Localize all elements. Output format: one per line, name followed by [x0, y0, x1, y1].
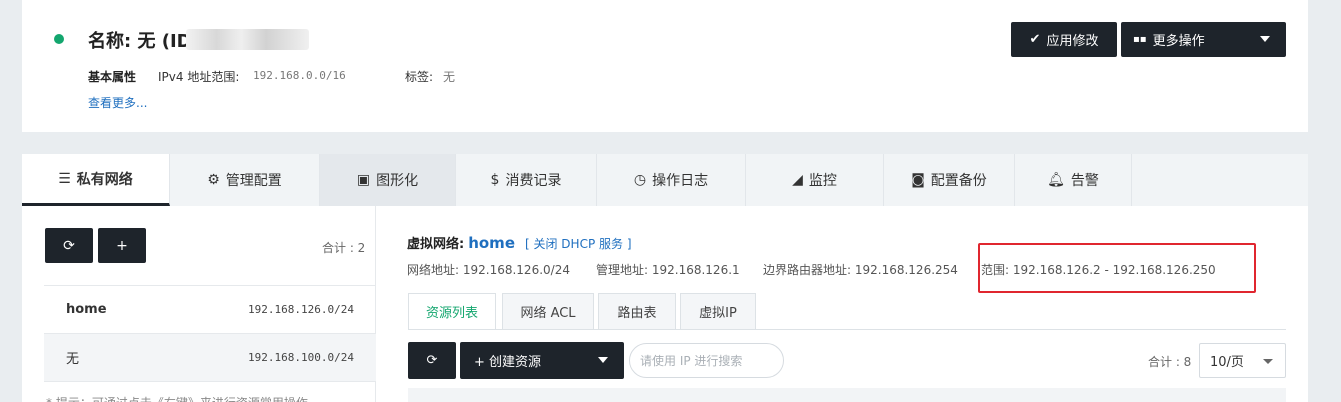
management-address: 管理地址: 192.168.126.1: [596, 263, 740, 277]
vnet-heading-name: home: [468, 234, 515, 252]
more-actions-label: 更多操作: [1152, 34, 1205, 49]
masked-id: [186, 29, 309, 50]
vnet-list-item[interactable]: 无 192.168.100.0/24: [44, 334, 376, 381]
vnet-total: 合计 : 2: [322, 241, 366, 255]
network-address: 网络地址: 192.168.126.0/24: [407, 263, 570, 277]
ipv4-range-label: IPv4 地址范围:: [158, 70, 240, 84]
subtab-network-acl[interactable]: 网络 ACL: [502, 293, 594, 330]
vnet-cidr: 192.168.100.0/24: [248, 351, 354, 364]
clock-icon: ◷: [633, 172, 647, 188]
refresh-resources-button[interactable]: ⟳: [408, 342, 456, 379]
status-indicator: [54, 34, 64, 44]
tab-alerts[interactable]: 🔔︎ 告警: [1015, 154, 1132, 206]
range-highlight-box: [978, 243, 1256, 293]
apply-changes-label: 应用修改: [1046, 34, 1099, 49]
border-router-address: 边界路由器地址: 192.168.126.254: [763, 263, 958, 277]
tab-private-network[interactable]: ☰ 私有网络: [22, 154, 170, 206]
tab-config-backup[interactable]: ◙ 配置备份: [884, 154, 1015, 206]
vnet-cidr: 192.168.126.0/24: [248, 303, 354, 316]
bell-icon: 🔔︎: [1047, 172, 1065, 188]
tab-billing-records[interactable]: $ 消费记录: [456, 154, 597, 206]
check-icon: ✔: [1029, 32, 1041, 47]
see-more-link[interactable]: 查看更多...: [88, 94, 147, 111]
tab-management-config[interactable]: ⚙ 管理配置: [170, 154, 320, 206]
list-icon: ☰: [58, 170, 71, 187]
vnet-name: home: [66, 302, 107, 317]
right-click-hint: * 提示：可通过点击《右键》来进行资源常用操作: [46, 394, 308, 402]
tab-monitoring[interactable]: ◢ 监控: [746, 154, 884, 206]
dollar-icon: $: [490, 172, 500, 188]
caret-down-icon: [1260, 36, 1270, 42]
resource-title: 名称: 无 (ID: [88, 31, 192, 52]
subtab-route-table[interactable]: 路由表: [598, 293, 676, 330]
subtab-virtual-ip[interactable]: 虚拟IP: [680, 293, 756, 330]
vnet-list-item[interactable]: home 192.168.126.0/24: [44, 286, 376, 333]
image-icon: ▣: [356, 172, 371, 188]
page-size-select[interactable]: 10/页: [1199, 343, 1286, 378]
caret-down-icon: [1263, 359, 1273, 364]
refresh-button[interactable]: ⟳: [45, 228, 93, 263]
tags-label: 标签:: [405, 70, 434, 84]
more-actions-dropdown[interactable]: ▪▪ 更多操作: [1121, 22, 1286, 57]
resource-header: [22, 0, 1308, 132]
add-vnet-button[interactable]: +: [98, 228, 146, 263]
tab-graphical[interactable]: ▣ 图形化: [320, 154, 456, 206]
camera-icon: ◙: [911, 172, 925, 188]
vnet-heading: 虚拟网络: home[ 关闭 DHCP 服务 ]: [407, 234, 632, 252]
ip-search-input[interactable]: [629, 343, 784, 378]
resource-tabs: ☰ 私有网络 ⚙ 管理配置 ▣ 图形化 $ 消费记录 ◷ 操作日志 ◢ 监控 ◙ 配置备份 🔔…: [22, 154, 1308, 206]
tags-value: 无: [443, 70, 456, 84]
ipv4-range-value: 192.168.0.0/16: [253, 69, 346, 82]
apply-changes-button[interactable]: ✔ 应用修改: [1011, 22, 1117, 57]
page-size-value: 10/页: [1210, 355, 1244, 370]
resource-total: 合计 : 8: [1148, 355, 1192, 369]
vnet-name: 无: [66, 352, 80, 367]
area-chart-icon: ◢: [792, 172, 803, 188]
gears-icon: ⚙: [207, 172, 220, 188]
subtab-divider: [408, 329, 1286, 330]
refresh-icon: ⟳: [426, 353, 438, 368]
grid-icon: ▪▪: [1133, 34, 1147, 45]
create-resource-label: + 创建资源: [474, 355, 542, 370]
refresh-icon: ⟳: [63, 237, 75, 254]
caret-down-icon: [598, 357, 608, 363]
basic-attributes-heading: 基本属性: [88, 70, 137, 84]
divider: [44, 381, 376, 382]
subtab-resource-list[interactable]: 资源列表: [408, 293, 496, 330]
create-resource-dropdown[interactable]: + 创建资源: [460, 342, 624, 379]
toggle-dhcp-link[interactable]: [ 关闭 DHCP 服务 ]: [525, 237, 632, 251]
resource-table-header: [408, 388, 1286, 402]
tab-operation-log[interactable]: ◷ 操作日志: [597, 154, 746, 206]
